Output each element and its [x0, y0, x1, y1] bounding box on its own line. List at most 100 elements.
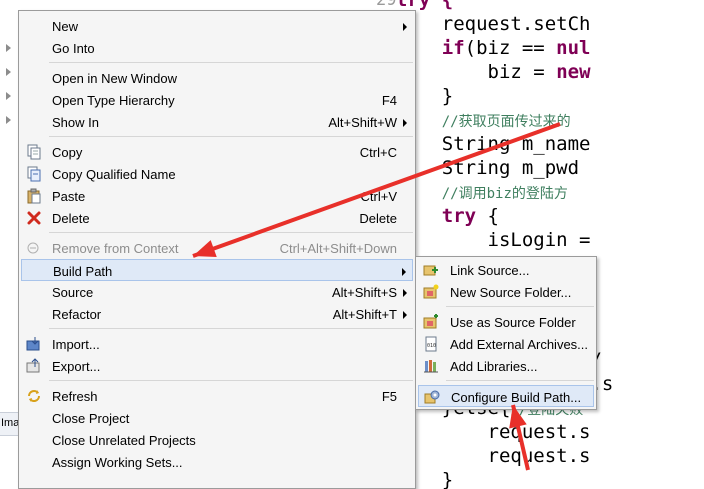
menu-item-label: Configure Build Path...	[451, 390, 582, 405]
code-token: request.setCh	[441, 13, 591, 35]
configure-build-path-icon	[424, 389, 440, 405]
menu-item-close-unrelated-projects[interactable]: Close Unrelated Projects	[21, 429, 413, 451]
menu-item-add-external-archives[interactable]: 010 Add External Archives...	[418, 333, 594, 355]
paste-icon	[26, 188, 42, 204]
menu-item-label: Import...	[52, 337, 100, 352]
code-token: String m_name	[441, 133, 591, 155]
code-line[interactable]: biz = new	[488, 60, 591, 84]
menu-item-refresh[interactable]: Refresh F5	[21, 385, 413, 407]
menu-item-label: Add Libraries...	[450, 359, 538, 374]
menu-item-label: Open Type Hierarchy	[52, 93, 175, 108]
code-line[interactable]: request.s	[488, 420, 591, 444]
menu-item-label: Open in New Window	[52, 71, 177, 86]
menu-item-label: New	[52, 19, 79, 34]
code-line[interactable]: request.setCh	[442, 12, 591, 36]
menu-item-show-in[interactable]: Show In Alt+Shift+W	[21, 111, 413, 133]
menu-item-build-path[interactable]: Build Path	[21, 259, 413, 281]
code-line[interactable]: request.s	[488, 444, 591, 468]
menu-item-import[interactable]: Import...	[21, 333, 413, 355]
menu-item-shortcut: Ctrl+V	[360, 189, 397, 204]
submenu-arrow-icon	[403, 289, 407, 297]
submenu-arrow-icon	[403, 23, 407, 31]
code-token: String m_pwd	[441, 157, 591, 179]
code-token: //获取页面传过来的	[441, 114, 571, 130]
menu-item-source[interactable]: Source Alt+Shift+S	[21, 281, 413, 303]
menu-item-label: Refresh	[52, 389, 98, 404]
menu-item-copy[interactable]: Copy Ctrl+C	[21, 141, 413, 163]
code-token: if	[441, 37, 465, 59]
menu-item-label: Refactor	[52, 307, 102, 322]
menu-item-shortcut: Alt+Shift+W	[328, 115, 397, 130]
menu-item-label: Copy	[52, 145, 83, 160]
use-source-folder-icon	[423, 314, 439, 330]
menu-item-label: Close Project	[52, 411, 130, 426]
menu-separator	[49, 136, 413, 137]
submenu-arrow-icon	[403, 119, 407, 127]
copy-qualified-icon	[26, 166, 42, 182]
menu-separator	[49, 380, 413, 381]
menu-separator	[49, 328, 413, 329]
code-token: request.s	[487, 421, 591, 443]
menu-item-label: Remove from Context	[52, 241, 179, 256]
code-line[interactable]: try {	[442, 204, 499, 228]
menu-item-new[interactable]: New	[21, 15, 413, 37]
menu-item-delete[interactable]: Delete Delete	[21, 207, 413, 229]
menu-item-close-project[interactable]: Close Project	[21, 407, 413, 429]
menu-item-shortcut: F5	[381, 389, 397, 404]
menu-item-shortcut: Alt+Shift+S	[331, 285, 397, 300]
code-line[interactable]: }	[442, 84, 453, 108]
code-token: }	[441, 469, 454, 489]
menu-item-label: Link Source...	[450, 263, 530, 278]
menu-item-go-into[interactable]: Go Into	[21, 37, 413, 59]
tree-expand-icon[interactable]	[6, 116, 11, 124]
export-icon	[26, 358, 42, 374]
delete-icon	[26, 210, 42, 226]
code-line[interactable]: //调用biz的登陆方	[442, 180, 568, 206]
menu-item-label: Show In	[52, 115, 99, 130]
menu-separator	[49, 232, 413, 233]
code-line[interactable]: }	[442, 468, 453, 489]
submenu-arrow-icon	[403, 311, 407, 319]
menu-item-open-type-hierarchy[interactable]: Open Type Hierarchy F4	[21, 89, 413, 111]
tree-expand-icon[interactable]	[6, 68, 11, 76]
menu-item-add-libraries[interactable]: Add Libraries...	[418, 355, 594, 377]
menu-item-link-source[interactable]: Link Source...	[418, 259, 594, 281]
menu-item-label: Export...	[52, 359, 101, 374]
line-number: 29	[376, 0, 397, 10]
menu-item-label: New Source Folder...	[450, 285, 572, 300]
menu-item-shortcut: Alt+Shift+T	[332, 307, 397, 322]
context-menu: New Go Into Open in New Window Open Type Hi…	[18, 10, 416, 489]
link-source-icon	[423, 262, 439, 278]
code-line[interactable]: isLogin =	[488, 228, 591, 252]
code-line[interactable]: //获取页面传过来的	[442, 108, 571, 134]
code-token: }	[441, 85, 454, 107]
menu-separator	[446, 380, 594, 381]
tree-expand-icon[interactable]	[6, 92, 11, 100]
menu-item-label: Go Into	[52, 41, 95, 56]
menu-item-new-source-folder[interactable]: New Source Folder...	[418, 281, 594, 303]
svg-text:010: 010	[427, 343, 436, 349]
menu-item-assign-working-sets[interactable]: Assign Working Sets...	[21, 451, 413, 473]
build-path-submenu: Link Source... New Source Folder... Use as…	[415, 256, 597, 410]
menu-item-refactor[interactable]: Refactor Alt+Shift+T	[21, 303, 413, 325]
menu-item-paste[interactable]: Paste Ctrl+V	[21, 185, 413, 207]
menu-separator	[49, 62, 413, 63]
menu-item-open-in-new-window[interactable]: Open in New Window	[21, 67, 413, 89]
code-token: (biz ==	[464, 37, 557, 59]
menu-item-remove-from-context[interactable]: Remove from Context Ctrl+Alt+Shift+Down	[21, 237, 413, 259]
menu-item-copy-qualified-name[interactable]: Copy Qualified Name	[21, 163, 413, 185]
code-line[interactable]: String m_name	[442, 132, 591, 156]
code-editor[interactable]: 29 try { request.setCh if(biz == nul biz = …	[372, 0, 704, 489]
code-token: biz =	[487, 61, 557, 83]
code-line[interactable]: String m_pwd	[442, 156, 591, 180]
code-line[interactable]: if(biz == nul	[442, 36, 591, 60]
menu-item-use-as-source-folder[interactable]: Use as Source Folder	[418, 311, 594, 333]
code-token: {	[476, 205, 499, 227]
menu-item-shortcut: Ctrl+C	[359, 145, 397, 160]
code-token: try	[441, 205, 477, 227]
menu-item-configure-build-path[interactable]: Configure Build Path...	[418, 385, 594, 407]
menu-item-label: Delete	[52, 211, 90, 226]
tree-expand-icon[interactable]	[6, 44, 11, 52]
menu-item-export[interactable]: Export...	[21, 355, 413, 377]
menu-item-label: Paste	[52, 189, 86, 204]
